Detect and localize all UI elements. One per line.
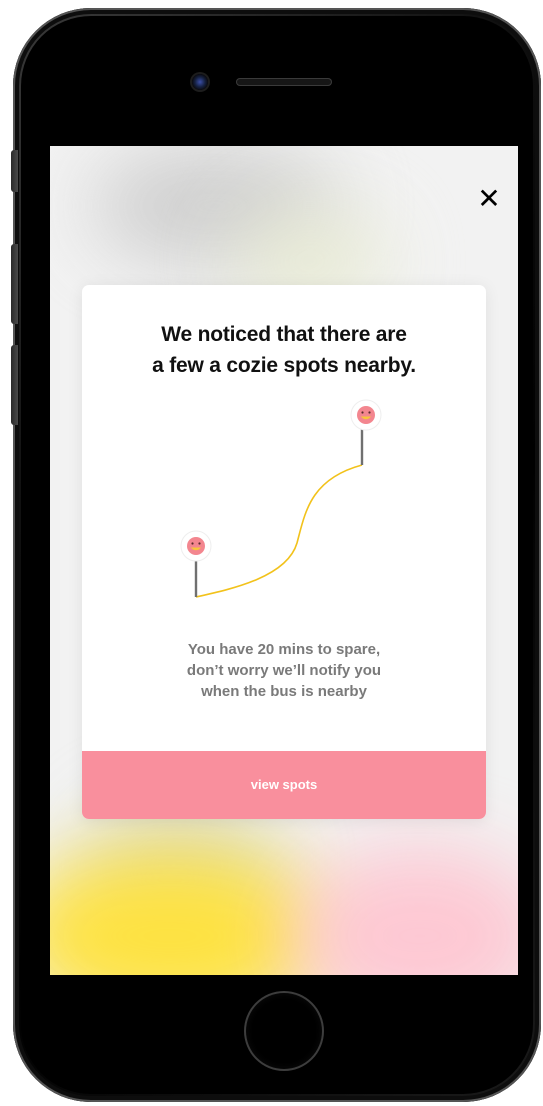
- background-blur-yellow: [50, 846, 330, 975]
- front-camera: [192, 74, 208, 90]
- smiley-pin-icon: [187, 537, 205, 555]
- volume-down-button: [11, 345, 18, 425]
- earpiece-speaker: [236, 78, 332, 86]
- modal-title: We noticed that there are a few a cozie …: [82, 319, 486, 381]
- home-button[interactable]: [246, 993, 322, 1069]
- modal-message: You have 20 mins to spare, don’t worry w…: [82, 639, 486, 702]
- close-button[interactable]: ✕: [474, 184, 504, 214]
- route-path: [195, 464, 363, 598]
- close-icon: ✕: [477, 182, 501, 215]
- smiley-pin-icon: [357, 406, 375, 424]
- start-pin: [180, 530, 212, 597]
- view-spots-button[interactable]: view spots: [82, 751, 486, 819]
- mute-switch: [11, 150, 18, 192]
- modal-message-line-3: when the bus is nearby: [201, 683, 367, 700]
- end-pin: [350, 399, 382, 465]
- modal-message-line-1: You have 20 mins to spare,: [187, 641, 381, 658]
- nearby-spots-modal: We noticed that there are a few a cozie …: [82, 285, 486, 819]
- background-blur-pink: [290, 846, 518, 975]
- modal-title-line-2: a few a cozie spots nearby.: [152, 354, 416, 377]
- route-illustration: [180, 399, 382, 598]
- modal-message-line-2: don’t worry we’ll notify you: [186, 662, 382, 679]
- modal-title-line-1: We noticed that there are: [161, 323, 407, 346]
- volume-up-button: [11, 244, 18, 324]
- app-screen: ✕ We noticed that there are a few a cozi…: [50, 146, 518, 975]
